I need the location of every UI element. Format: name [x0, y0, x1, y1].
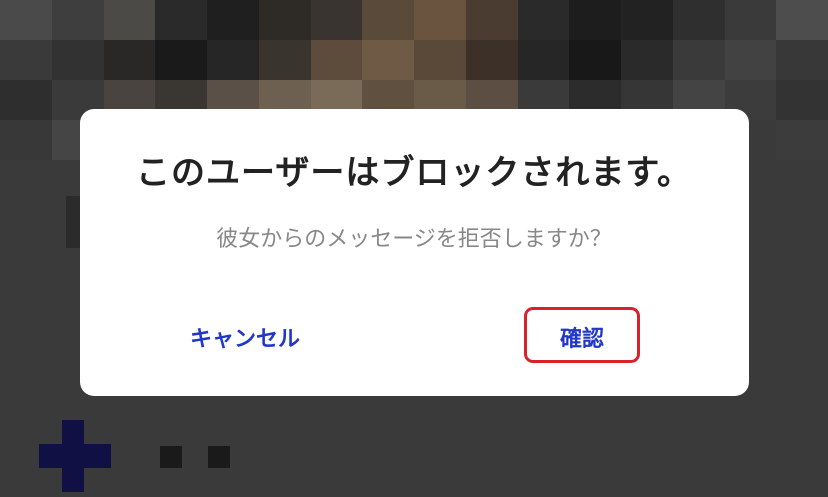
dot-icon [160, 446, 182, 468]
dot-icon [208, 446, 230, 468]
dialog-message: 彼女からのメッセージを拒否しますか？ [216, 227, 612, 252]
confirm-button[interactable]: 確認 [524, 307, 640, 363]
cancel-button[interactable]: キャンセル [170, 318, 320, 358]
dialog-title: このユーザーはブロックされます。 [136, 153, 692, 193]
plus-icon-bar [39, 444, 111, 468]
